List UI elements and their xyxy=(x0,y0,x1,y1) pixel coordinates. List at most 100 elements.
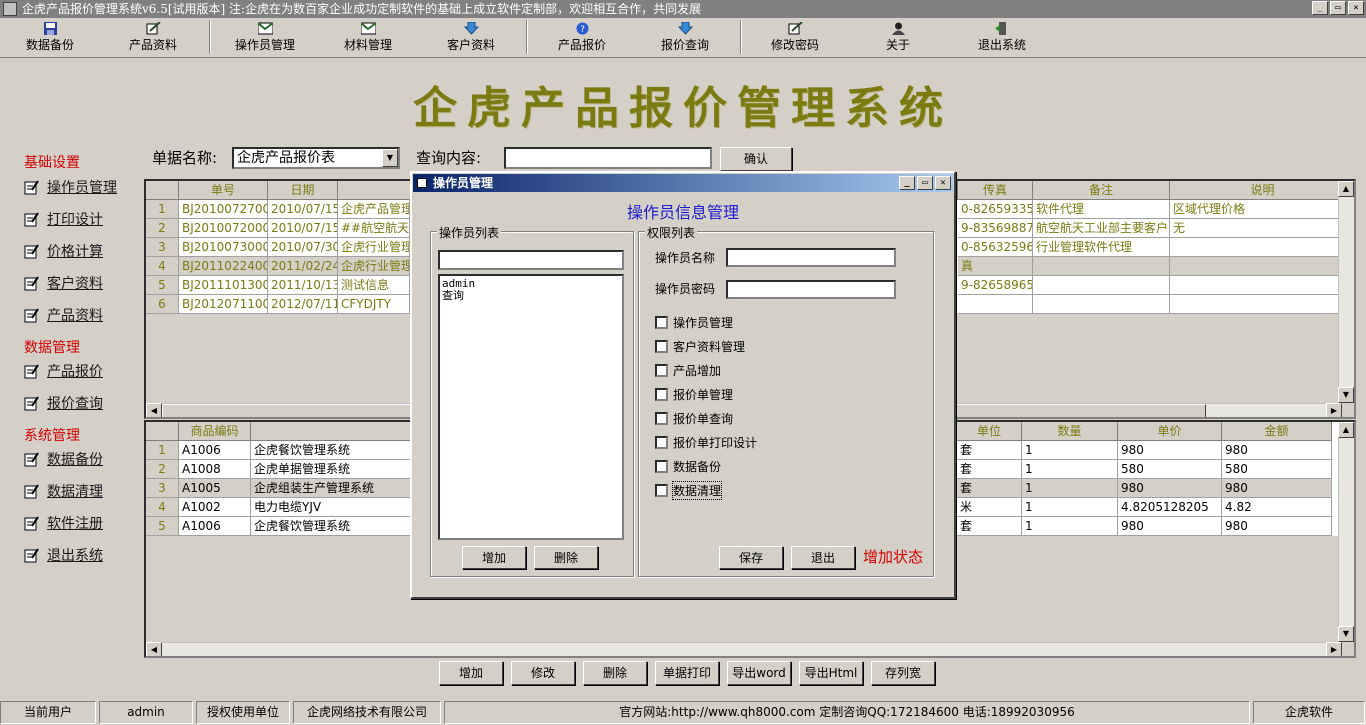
col-header-date[interactable]: 日期 xyxy=(268,181,338,200)
operator-add-button[interactable]: 增加 xyxy=(462,546,526,569)
export-html-button[interactable]: 导出Html xyxy=(799,661,863,685)
perm-checkbox-print-design[interactable]: 报价单打印设计 xyxy=(655,434,757,451)
scroll-right-icon[interactable]: ▶ xyxy=(1326,403,1342,417)
save-column-width-button[interactable]: 存列宽 xyxy=(871,661,935,685)
cell-no: BJ2010072000 xyxy=(179,219,268,238)
sidebar-item-customer[interactable]: 客户资料 xyxy=(24,273,103,293)
dialog-close-button[interactable]: ✕ xyxy=(935,176,951,190)
perm-checkbox-product-add[interactable]: 产品增加 xyxy=(655,362,721,379)
cell-amount: 980 xyxy=(1222,517,1332,536)
horizontal-scrollbar[interactable]: ◀ ▶ xyxy=(146,642,1342,656)
cell-remark xyxy=(1033,295,1170,314)
row-number: 2 xyxy=(146,460,179,479)
scroll-left-icon[interactable]: ◀ xyxy=(146,642,162,656)
cell-date: 2011/02/24 xyxy=(268,257,338,276)
col-header-unit[interactable]: 单位 xyxy=(957,422,1022,441)
sidebar-item-product[interactable]: 产品资料 xyxy=(24,305,103,325)
vertical-scrollbar[interactable]: ▲ ▼ xyxy=(1338,422,1354,642)
perm-checkbox-cleanup[interactable]: 数据清理 xyxy=(655,481,723,500)
add-button[interactable]: 增加 xyxy=(439,661,503,685)
toolbar-backup-button[interactable]: 数据备份 xyxy=(20,20,80,56)
person-icon xyxy=(891,22,905,35)
operator-password-input[interactable] xyxy=(726,280,896,299)
sidebar-section-data: 数据管理 xyxy=(24,340,80,356)
row-number: 1 xyxy=(146,441,179,460)
save-button[interactable]: 保存 xyxy=(719,546,783,569)
cell-code: A1002 xyxy=(179,498,251,517)
sidebar-item-exit[interactable]: 退出系统 xyxy=(24,545,103,565)
close-button[interactable]: ✕ xyxy=(1348,1,1364,15)
confirm-button[interactable]: 确认 xyxy=(720,147,792,171)
toolbar-separator xyxy=(209,20,211,54)
col-header-price[interactable]: 单价 xyxy=(1118,422,1222,441)
toolbar-exit-button[interactable]: 退出系统 xyxy=(972,20,1032,56)
list-item[interactable]: 查询 xyxy=(442,290,620,302)
query-input[interactable] xyxy=(504,147,712,169)
scroll-down-icon[interactable]: ▼ xyxy=(1338,387,1354,403)
export-word-button[interactable]: 导出word xyxy=(727,661,791,685)
scroll-left-icon[interactable]: ◀ xyxy=(146,403,162,417)
status-user-label: 当前用户 xyxy=(0,701,96,724)
list-item[interactable]: admin xyxy=(442,278,620,290)
dialog-title-bar[interactable]: 操作员管理 _ ▭ ✕ xyxy=(413,174,953,192)
toolbar-about-button[interactable]: 关于 xyxy=(880,20,916,56)
dialog-maximize-button[interactable]: ▭ xyxy=(917,176,933,190)
toolbar-query-button[interactable]: 报价查询 xyxy=(655,20,715,56)
operator-delete-button[interactable]: 删除 xyxy=(534,546,598,569)
toolbar-material-button[interactable]: 材料管理 xyxy=(338,20,398,56)
col-header-fax[interactable]: 传真 xyxy=(958,181,1033,200)
pen-edit-icon xyxy=(146,22,161,35)
delete-button[interactable]: 删除 xyxy=(583,661,647,685)
toolbar-quote-button[interactable]: ? 产品报价 xyxy=(552,20,612,56)
scroll-up-icon[interactable]: ▲ xyxy=(1338,422,1354,438)
print-button[interactable]: 单据打印 xyxy=(655,661,719,685)
cell-amount: 980 xyxy=(1222,441,1332,460)
perm-checkbox-operator[interactable]: 操作员管理 xyxy=(655,314,733,331)
toolbar-customer-button[interactable]: 客户资料 xyxy=(441,20,501,56)
toolbar-password-button[interactable]: 修改密码 xyxy=(765,20,825,56)
perm-checkbox-backup[interactable]: 数据备份 xyxy=(655,458,721,475)
col-header-number[interactable]: 单号 xyxy=(179,181,268,200)
sidebar-item-backup[interactable]: 数据备份 xyxy=(24,449,103,469)
col-header-qty[interactable]: 数量 xyxy=(1022,422,1118,441)
scroll-down-icon[interactable]: ▼ xyxy=(1338,626,1354,642)
sidebar-item-price-calc[interactable]: 价格计算 xyxy=(24,241,103,261)
sidebar-item-cleanup[interactable]: 数据清理 xyxy=(24,481,103,501)
restore-button[interactable]: ▭ xyxy=(1330,1,1346,15)
chevron-down-icon[interactable]: ▼ xyxy=(382,149,398,167)
scroll-up-icon[interactable]: ▲ xyxy=(1338,181,1354,197)
sidebar-item-register[interactable]: 软件注册 xyxy=(24,513,103,533)
edit-button[interactable]: 修改 xyxy=(511,661,575,685)
dialog-minimize-button[interactable]: _ xyxy=(899,176,915,190)
status-brand: 企虎软件 xyxy=(1253,701,1365,724)
col-header-amount[interactable]: 金额 xyxy=(1222,422,1332,441)
doc-name-select[interactable]: 企虎产品报价表 ▼ xyxy=(232,147,400,169)
cell-no: BJ2011022400 xyxy=(179,257,268,276)
exit-button[interactable]: 退出 xyxy=(791,546,855,569)
status-contact: 官方网站:http://www.qh8000.com 定制咨询QQ:172184… xyxy=(444,701,1250,724)
operator-search-input[interactable] xyxy=(438,250,624,270)
sidebar-item-print-design[interactable]: 打印设计 xyxy=(24,209,103,229)
toolbar-product-button[interactable]: 产品资料 xyxy=(123,20,183,56)
perm-checkbox-quote-query[interactable]: 报价单查询 xyxy=(655,410,733,427)
scroll-right-icon[interactable]: ▶ xyxy=(1326,642,1342,656)
col-header-remark[interactable]: 备注 xyxy=(1033,181,1170,200)
col-header-code[interactable]: 商品编码 xyxy=(179,422,251,441)
cell-qty: 1 xyxy=(1022,498,1118,517)
app-banner: 企虎产品报价管理系统 xyxy=(413,83,953,134)
operator-name-input[interactable] xyxy=(726,248,896,267)
toolbar-separator xyxy=(740,20,742,54)
col-header-desc[interactable]: 说明 xyxy=(1170,181,1354,200)
perm-checkbox-customer[interactable]: 客户资料管理 xyxy=(655,338,745,355)
vertical-scrollbar[interactable]: ▲ ▼ xyxy=(1338,181,1354,403)
perm-checkbox-quote-manage[interactable]: 报价单管理 xyxy=(655,386,733,403)
sidebar-item-operator[interactable]: 操作员管理 xyxy=(24,177,117,197)
operator-listbox[interactable]: admin 查询 xyxy=(438,274,624,540)
row-number: 4 xyxy=(146,498,179,517)
minimize-button[interactable]: _ xyxy=(1312,1,1328,15)
cell-fax: 9-83569887 xyxy=(958,219,1033,238)
sidebar-item-quote[interactable]: 产品报价 xyxy=(24,361,103,381)
down-arrow-icon xyxy=(677,22,693,35)
toolbar-operator-button[interactable]: 操作员管理 xyxy=(230,20,300,56)
sidebar-item-quote-query[interactable]: 报价查询 xyxy=(24,393,103,413)
